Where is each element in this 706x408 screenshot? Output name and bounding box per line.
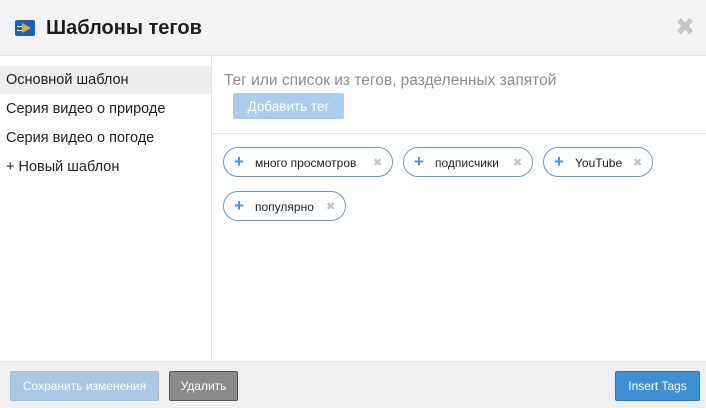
- add-tag-button[interactable]: Добавить тег: [233, 93, 344, 119]
- tag-label: популярно: [255, 200, 314, 214]
- remove-tag-icon[interactable]: ✖: [326, 200, 335, 214]
- video-logo-icon: [15, 20, 35, 36]
- tag-input-area: Добавить тег: [212, 56, 706, 134]
- remove-tag-icon[interactable]: ✖: [633, 156, 642, 170]
- tag-chip[interactable]: + YouTube ✖: [543, 147, 653, 177]
- tag-label: подписчики: [435, 156, 499, 170]
- plus-icon[interactable]: +: [414, 153, 424, 171]
- tag-chip[interactable]: + много просмотров ✖: [223, 147, 393, 177]
- save-changes-button[interactable]: Сохранить изменения: [10, 371, 159, 401]
- close-icon[interactable]: ✖: [674, 15, 696, 39]
- sidebar-item-nature-series[interactable]: Серия видео о природе: [0, 95, 211, 123]
- plus-icon[interactable]: +: [554, 153, 564, 171]
- sidebar-item-new-template[interactable]: + Новый шаблон: [0, 153, 211, 181]
- tag-chip[interactable]: + популярно ✖: [223, 191, 346, 221]
- tag-label: много просмотров: [255, 156, 357, 170]
- delete-button[interactable]: Удалить: [169, 371, 238, 401]
- dialog-header: Шаблоны тегов ✖: [0, 0, 706, 56]
- tag-input[interactable]: [224, 66, 694, 96]
- tag-label: YouTube: [575, 156, 623, 170]
- remove-tag-icon[interactable]: ✖: [373, 156, 382, 170]
- dialog-footer: Сохранить изменения Удалить Insert Tags: [0, 361, 706, 408]
- dialog-title: Шаблоны тегов: [46, 17, 202, 39]
- plus-icon[interactable]: +: [234, 153, 244, 171]
- tag-chip[interactable]: + подписчики ✖: [403, 147, 533, 177]
- insert-tags-button[interactable]: Insert Tags: [615, 371, 700, 401]
- remove-tag-icon[interactable]: ✖: [513, 156, 522, 170]
- plus-icon[interactable]: +: [234, 197, 244, 215]
- sidebar-item-main-template[interactable]: Основной шаблон: [0, 66, 211, 94]
- sidebar-item-weather-series[interactable]: Серия видео о погоде: [0, 124, 211, 152]
- template-sidebar: Основной шаблон Серия видео о природе Се…: [0, 56, 212, 361]
